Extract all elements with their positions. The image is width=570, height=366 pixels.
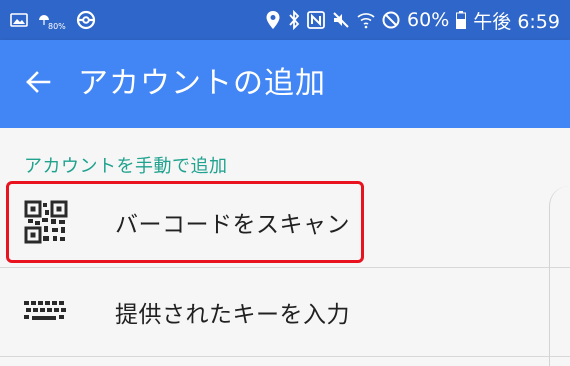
nfc-icon [307, 11, 325, 29]
no-sign-icon [382, 11, 400, 29]
keyboard-icon [22, 288, 70, 336]
mute-icon [332, 11, 350, 29]
rain-icon: 80% [38, 10, 66, 31]
edge-panel [549, 186, 570, 366]
page-title: アカウントの追加 [78, 66, 326, 101]
status-bar-right: 60% 午後 6:59 [265, 6, 560, 34]
battery-icon [456, 11, 467, 29]
enter-key-option[interactable]: 提供されたキーを入力 [0, 270, 570, 354]
rain-value: 80% [48, 21, 66, 31]
pokeball-icon [76, 10, 96, 30]
divider [0, 356, 570, 357]
back-button[interactable] [16, 62, 60, 106]
clock: 午後 6:59 [473, 10, 560, 33]
wifi-icon [357, 11, 375, 29]
bluetooth-icon [288, 10, 300, 30]
content-area: アカウントを手動で追加 バーコードをスキャン 提供されたキーを入力 [0, 128, 570, 366]
divider [0, 267, 570, 268]
gallery-icon [10, 12, 28, 28]
section-header: アカウントを手動で追加 [24, 156, 228, 177]
battery-percent: 60% [407, 9, 450, 31]
status-bar-left: 80% [10, 6, 96, 34]
enter-key-label: 提供されたキーを入力 [115, 302, 350, 328]
status-bar: 80% 60% 午後 6:59 [0, 0, 570, 40]
arrow-back-icon [25, 70, 51, 98]
location-icon [265, 10, 281, 30]
app-bar: アカウントの追加 [0, 40, 570, 128]
highlight-box [6, 181, 364, 263]
